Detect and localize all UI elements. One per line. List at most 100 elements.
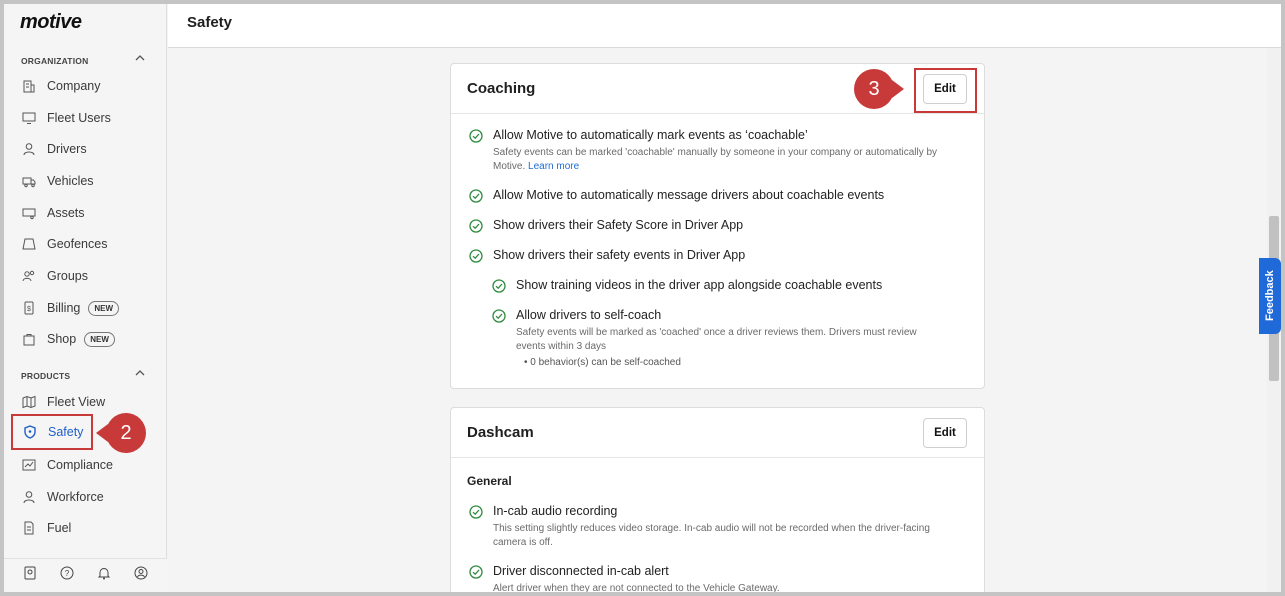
new-badge: NEW [88,300,120,316]
setting-label: Show drivers their Safety Score in Drive… [493,218,744,232]
billing-icon: $ [21,300,37,316]
dashcam-card-header: Dashcam Edit [451,408,984,458]
svg-text:$: $ [27,306,31,313]
setting-description: Safety events can be marked 'coachable' … [493,146,969,174]
sidebar-item-label: Assets [47,206,85,220]
check-circle-icon [469,565,483,579]
sidebar-item-label: Fleet View [47,395,106,409]
setting-description: This setting slightly reduces video stor… [493,523,930,548]
sidebar-item-label: Company [47,79,101,93]
sidebar-item-label: Compliance [47,458,114,472]
sidebar-item-label: Drivers [47,142,87,156]
sidebar-item-label: Workforce [47,490,104,504]
learn-more-link[interactable]: Learn more [528,161,579,172]
check-circle-icon [469,219,483,233]
coaching-setting-auto-mark: Allow Motive to automatically mark event… [469,128,969,174]
user-account-icon[interactable] [134,566,148,585]
coaching-setting-self-coach: Allow drivers to self-coach Safety event… [492,308,942,368]
page-header: Safety [168,4,1281,48]
coaching-setting-safety-score: Show drivers their Safety Score in Drive… [469,218,743,233]
sidebar-item-label: Fleet Users [47,111,111,125]
shield-icon [22,424,38,440]
setting-description: Alert driver when they are not connected… [493,583,780,592]
geofence-icon [21,236,37,252]
self-coach-bullet: • 0 behavior(s) can be self-coached [524,357,681,368]
dashcam-setting-disconnected-alert: Driver disconnected in-cab alert Alert d… [469,564,949,592]
sidebar-footer: ? [4,558,167,592]
section-organization: ORGANIZATION [21,56,89,66]
dashcam-edit-button[interactable]: Edit [923,418,967,448]
map-icon [21,394,37,410]
coaching-setting-training-videos: Show training videos in the driver app a… [492,278,882,293]
sidebar-item-groups[interactable]: Groups [11,262,157,290]
sidebar-item-company[interactable]: Company [11,72,157,100]
setting-label: Show training videos in the driver app a… [516,278,883,292]
sidebar-item-vehicles[interactable]: Vehicles [11,167,157,195]
sidebar-item-label: Billing [47,301,81,315]
monitor-icon [21,110,37,126]
setting-label: Allow Motive to automatically message dr… [493,188,885,202]
step-3-callout: 3 [854,69,904,109]
dashcam-title: Dashcam [467,424,534,441]
motive-logo[interactable]: motive [20,11,82,34]
coaching-card: Coaching Edit Allow Motive to automatica… [450,63,985,389]
bell-icon[interactable] [97,566,111,585]
dashcam-setting-audio: In-cab audio recording This setting slig… [469,504,949,550]
coaching-title: Coaching [467,80,536,97]
feedback-tab[interactable]: Feedback [1259,258,1281,334]
bullet-text: 0 behavior(s) can be self-coached [530,357,681,368]
chart-icon [21,457,37,473]
person-icon [21,141,37,157]
resource-center-icon[interactable] [23,566,37,585]
sidebar-item-drivers[interactable]: Drivers [11,135,157,163]
check-circle-icon [469,505,483,519]
chevron-up-icon[interactable] [135,369,145,377]
sidebar-item-compliance[interactable]: Compliance [11,451,157,479]
person-icon [21,489,37,505]
setting-description: Safety events will be marked as 'coached… [516,327,917,352]
sidebar-item-fleet-users[interactable]: Fleet Users [11,104,157,132]
sidebar-item-billing[interactable]: $ Billing NEW [11,294,157,322]
step-3-number: 3 [854,69,894,109]
document-icon [21,520,37,536]
bag-icon [21,331,37,347]
sidebar-item-shop[interactable]: Shop NEW [11,325,157,353]
sidebar-item-assets[interactable]: Assets [11,199,157,227]
setting-label: Allow Motive to automatically mark event… [493,128,808,142]
callout-pointer [892,80,904,98]
new-badge: NEW [84,331,115,347]
check-circle-icon [469,249,483,263]
sidebar-item-geofences[interactable]: Geofences [11,230,157,258]
edit-highlight-box [914,68,977,113]
section-products: PRODUCTS [21,371,71,381]
trailer-icon [21,205,37,221]
step-2-number: 2 [106,413,146,453]
check-circle-icon [469,189,483,203]
sidebar-item-label: Fuel [47,521,72,535]
sidebar-item-label: Groups [47,269,88,283]
sidebar-item-safety[interactable]: Safety [11,414,93,450]
check-circle-icon [492,309,506,323]
check-circle-icon [492,279,506,293]
setting-label: In-cab audio recording [493,504,618,518]
truck-icon [21,173,37,189]
dashcam-general-subhead: General [467,474,512,488]
help-icon[interactable]: ? [60,566,74,585]
check-circle-icon [469,129,483,143]
page-title: Safety [187,14,233,31]
chevron-up-icon[interactable] [135,54,145,62]
sidebar-item-label: Safety [48,425,84,439]
step-2-callout: 2 [96,413,146,453]
dashcam-card: Dashcam Edit General In-cab audio record… [450,407,985,592]
sidebar-item-fleet-view[interactable]: Fleet View [11,388,157,416]
group-icon [21,268,37,284]
sidebar-item-label: Shop [47,332,77,346]
building-icon [21,78,37,94]
sidebar-item-workforce[interactable]: Workforce [11,483,157,511]
app-window: motive ORGANIZATION Company Fleet Users … [4,4,1281,592]
setting-label: Allow drivers to self-coach [516,308,662,322]
setting-label: Show drivers their safety events in Driv… [493,248,746,262]
setting-label: Driver disconnected in-cab alert [493,564,669,578]
sidebar-item-fuel[interactable]: Fuel [11,514,157,542]
sidebar-item-label: Geofences [47,237,108,251]
